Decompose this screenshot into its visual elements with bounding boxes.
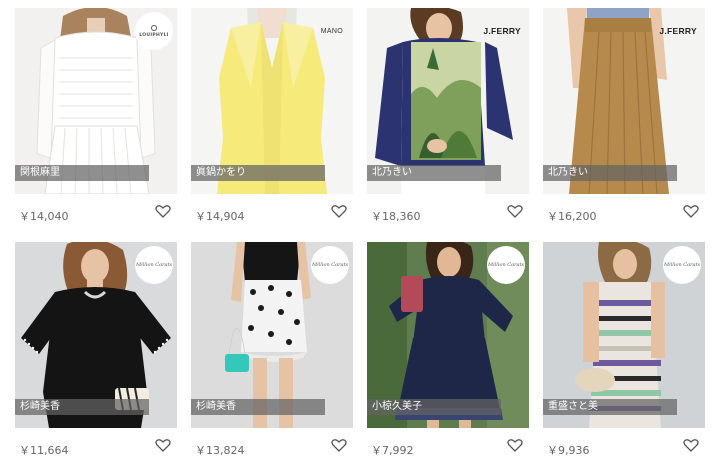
brand-logo: Million Carats <box>135 246 173 284</box>
brand-logo: Million Carats <box>663 246 701 284</box>
product-price: ￥9,936 <box>547 444 590 457</box>
product-card[interactable]: J.FERRY 北乃きい ￥18,360 <box>367 8 529 230</box>
heart-icon[interactable] <box>683 203 699 218</box>
product-card[interactable]: Million Carats 重盛さと美 ￥9,936 <box>543 242 705 458</box>
product-photo[interactable]: Million Carats 杉崎美香 <box>191 242 353 428</box>
celebrity-name-tag: 重盛さと美 <box>543 399 677 415</box>
celebrity-name-tag: 杉崎美香 <box>15 399 149 415</box>
heart-icon[interactable] <box>155 437 171 452</box>
product-photo[interactable]: Million Carats 重盛さと美 <box>543 242 705 428</box>
product-card[interactable]: Million Carats 小椋久美子 ￥7,992 <box>367 242 529 458</box>
heart-icon[interactable] <box>331 203 347 218</box>
product-card[interactable]: Million Carats 杉崎美香 ￥11,664 <box>15 242 177 458</box>
product-photo[interactable]: Million Carats 杉崎美香 <box>15 242 177 428</box>
product-card[interactable]: LOUIPHYLI 関根麻里 ￥14,040 <box>15 8 177 230</box>
product-grid: LOUIPHYLI 関根麻里 ￥14,040 MANO 眞鍋かをり ￥14,90… <box>0 0 720 458</box>
heart-icon[interactable] <box>507 437 523 452</box>
product-card[interactable]: Million Carats 杉崎美香 ￥13,824 <box>191 242 353 458</box>
celebrity-name-tag: 眞鍋かをり <box>191 165 325 181</box>
product-price: ￥11,664 <box>19 444 69 457</box>
product-card[interactable]: MANO 眞鍋かをり ￥14,904 <box>191 8 353 230</box>
product-photo[interactable]: MANO 眞鍋かをり <box>191 8 353 194</box>
product-price: ￥14,904 <box>195 210 245 223</box>
product-price: ￥14,040 <box>19 210 69 223</box>
celebrity-name-tag: 北乃きい <box>367 165 501 181</box>
brand-logo: Million Carats <box>311 246 349 284</box>
product-photo[interactable]: J.FERRY 北乃きい <box>367 8 529 194</box>
heart-icon[interactable] <box>331 437 347 452</box>
celebrity-name-tag: 関根麻里 <box>15 165 149 181</box>
brand-logo: LOUIPHYLI <box>135 12 173 50</box>
brand-logo: MANO <box>320 28 343 35</box>
product-price: ￥7,992 <box>371 444 414 457</box>
celebrity-name-tag: 杉崎美香 <box>191 399 325 415</box>
product-photo[interactable]: J.FERRY 北乃きい <box>543 8 705 194</box>
heart-icon[interactable] <box>155 203 171 218</box>
product-photo[interactable]: Million Carats 小椋久美子 <box>367 242 529 428</box>
heart-icon[interactable] <box>507 203 523 218</box>
heart-icon[interactable] <box>683 437 699 452</box>
product-card[interactable]: J.FERRY 北乃きい ￥16,200 <box>543 8 705 230</box>
celebrity-name-tag: 小椋久美子 <box>367 399 501 415</box>
product-price: ￥18,360 <box>371 210 421 223</box>
product-price: ￥16,200 <box>547 210 597 223</box>
celebrity-name-tag: 北乃きい <box>543 165 677 181</box>
brand-logo: Million Carats <box>487 246 525 284</box>
product-price: ￥13,824 <box>195 444 245 457</box>
brand-logo: J.FERRY <box>659 26 697 36</box>
product-photo[interactable]: LOUIPHYLI 関根麻里 <box>15 8 177 194</box>
brand-logo: J.FERRY <box>483 26 521 36</box>
